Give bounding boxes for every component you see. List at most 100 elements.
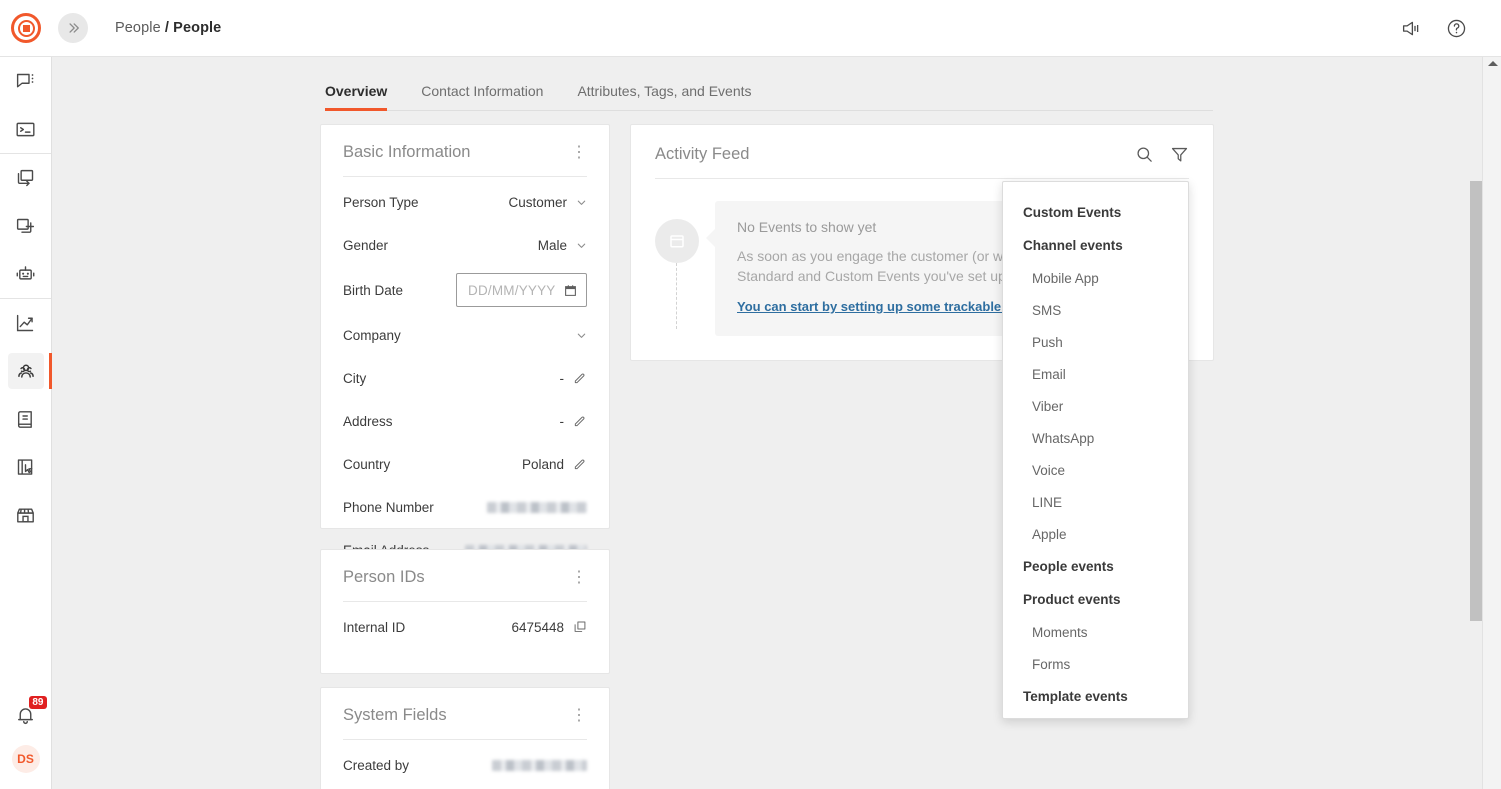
help-icon[interactable]	[1444, 16, 1468, 40]
sidebar-item-forms[interactable]	[8, 449, 44, 485]
breadcrumb-parent[interactable]: People	[115, 20, 161, 36]
person-type-select[interactable]: Customer	[508, 195, 587, 210]
journeys-icon	[15, 216, 36, 237]
birth-date-placeholder: DD/MM/YYYY	[468, 283, 556, 298]
edit-city-button[interactable]	[573, 371, 587, 385]
activity-feed-header: Activity Feed	[631, 125, 1213, 164]
field-city: City -	[321, 360, 609, 396]
app-root: People / People	[0, 0, 1501, 789]
birth-date-input[interactable]: DD/MM/YYYY	[456, 273, 587, 307]
person-ids-menu-button[interactable]: ⋮	[571, 573, 587, 583]
bots-icon	[15, 264, 36, 285]
tab-overview[interactable]: Overview	[325, 83, 387, 110]
menu-item-viber[interactable]: Viber	[1003, 390, 1188, 422]
system-fields-card: System Fields ⋮ Created by	[320, 687, 610, 789]
edit-address-button[interactable]	[573, 414, 587, 428]
menu-group-channel-events[interactable]: Channel events	[1003, 229, 1188, 262]
scroll-up-arrow-icon[interactable]	[1488, 61, 1498, 66]
basic-information-menu-button[interactable]: ⋮	[571, 148, 587, 158]
menu-group-template-events[interactable]: Template events	[1003, 680, 1188, 713]
sidebar-item-bots[interactable]	[8, 256, 44, 292]
field-value: Poland	[522, 457, 564, 472]
chevron-down-icon	[576, 197, 587, 208]
sidebar-item-storefront[interactable]	[8, 497, 44, 533]
field-value: Customer	[508, 195, 567, 210]
tab-bar: Overview Contact Information Attributes,…	[325, 69, 1213, 111]
menu-group-custom-events[interactable]: Custom Events	[1003, 196, 1188, 229]
rail-group-2	[0, 154, 51, 298]
basic-information-card: Basic Information ⋮ Person Type Customer…	[320, 124, 610, 529]
chevron-double-right-icon	[66, 21, 80, 35]
person-ids-header: Person IDs ⋮	[321, 550, 609, 587]
campaigns-icon	[15, 168, 36, 189]
menu-item-sms[interactable]: SMS	[1003, 294, 1188, 326]
field-label: Gender	[343, 238, 388, 253]
sidebar-item-people[interactable]	[8, 353, 44, 389]
menu-item-line[interactable]: LINE	[1003, 486, 1188, 518]
menu-item-apple[interactable]: Apple	[1003, 518, 1188, 550]
field-label: City	[343, 371, 366, 386]
sidebar-item-content[interactable]	[8, 401, 44, 437]
filter-icon[interactable]	[1170, 145, 1189, 164]
rail-bottom-group: 89 DS	[8, 697, 44, 789]
city-value-group: -	[560, 371, 588, 386]
menu-group-product-events[interactable]: Product events	[1003, 583, 1188, 616]
page-scrollbar-thumb[interactable]	[1470, 181, 1482, 621]
brand-logo-icon[interactable]	[11, 13, 41, 43]
tab-contact-information[interactable]: Contact Information	[421, 83, 543, 110]
field-birth-date: Birth Date DD/MM/YYYY	[321, 270, 609, 310]
menu-item-forms[interactable]: Forms	[1003, 648, 1188, 680]
timeline-connector	[676, 263, 677, 329]
field-value: Male	[538, 238, 567, 253]
menu-item-voice[interactable]: Voice	[1003, 454, 1188, 486]
menu-item-email[interactable]: Email	[1003, 358, 1188, 390]
forms-icon	[15, 457, 36, 478]
copy-icon	[573, 620, 587, 634]
system-fields-title: System Fields	[343, 706, 447, 725]
menu-item-push[interactable]: Push	[1003, 326, 1188, 358]
sidebar-item-conversations[interactable]	[8, 63, 44, 99]
breadcrumb: People / People	[115, 20, 221, 36]
pencil-icon	[573, 371, 587, 385]
window-scrollbar[interactable]	[1482, 57, 1501, 789]
company-select[interactable]	[567, 330, 587, 341]
field-value: -	[560, 371, 565, 386]
menu-item-moments[interactable]: Moments	[1003, 616, 1188, 648]
copy-internal-id-button[interactable]	[573, 620, 587, 634]
calendar-icon	[655, 219, 699, 263]
avatar[interactable]: DS	[12, 745, 40, 773]
sidebar-item-journeys[interactable]	[8, 208, 44, 244]
menu-item-whatsapp[interactable]: WhatsApp	[1003, 422, 1188, 454]
field-internal-id: Internal ID 6475448	[321, 609, 609, 645]
sidebar-item-console[interactable]	[8, 111, 44, 147]
field-company: Company	[321, 317, 609, 353]
activity-feed-title: Activity Feed	[655, 145, 749, 164]
storefront-icon	[15, 505, 36, 526]
gender-select[interactable]: Male	[538, 238, 587, 253]
people-icon	[15, 360, 37, 382]
sidebar-item-campaigns[interactable]	[8, 160, 44, 196]
sidebar-item-analytics[interactable]	[8, 305, 44, 341]
basic-information-header: Basic Information ⋮	[321, 125, 609, 162]
top-bar-actions	[1399, 16, 1468, 40]
brand-logo-ring	[18, 20, 35, 37]
edit-country-button[interactable]	[573, 457, 587, 471]
announcement-icon[interactable]	[1399, 16, 1423, 40]
conversations-icon	[15, 71, 36, 92]
sidebar-expand-button[interactable]	[58, 13, 88, 43]
field-phone-number: Phone Number	[321, 489, 609, 525]
phone-number-redacted-value	[487, 502, 587, 513]
notifications-button[interactable]: 89	[8, 697, 44, 733]
field-person-type: Person Type Customer	[321, 184, 609, 220]
field-gender: Gender Male	[321, 227, 609, 263]
menu-group-people-events[interactable]: People events	[1003, 550, 1188, 583]
rail-group-3	[0, 299, 51, 539]
system-fields-menu-button[interactable]: ⋮	[571, 711, 587, 721]
notification-badge: 89	[29, 696, 46, 709]
search-icon[interactable]	[1135, 145, 1154, 164]
tab-attributes-tags-events[interactable]: Attributes, Tags, and Events	[577, 83, 751, 110]
menu-item-mobile-app[interactable]: Mobile App	[1003, 262, 1188, 294]
divider	[343, 601, 587, 602]
field-label: Company	[343, 328, 401, 343]
field-label: Internal ID	[343, 620, 405, 635]
